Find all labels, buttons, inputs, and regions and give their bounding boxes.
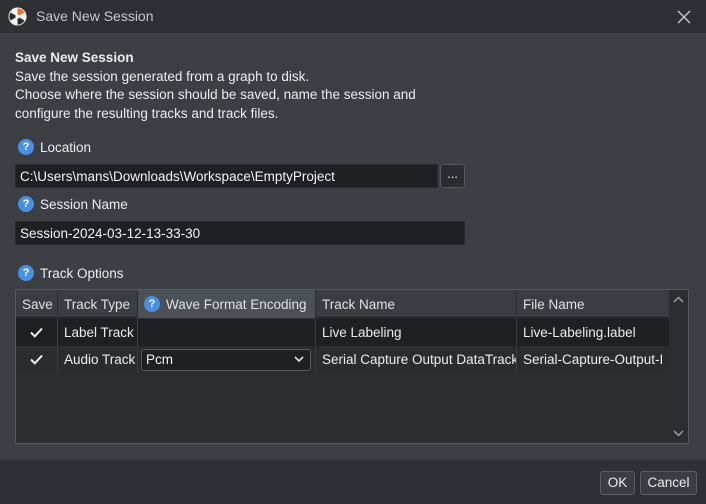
- wave-format-select[interactable]: Pcm: [141, 348, 311, 371]
- checkmark-icon: [30, 327, 43, 338]
- track-name-cell[interactable]: Serial Capture Output DataTrack: [316, 346, 517, 373]
- help-icon[interactable]: ?: [18, 196, 34, 212]
- help-icon[interactable]: ?: [18, 265, 34, 281]
- table-scrollbar[interactable]: [669, 290, 688, 443]
- cancel-button[interactable]: Cancel: [640, 471, 697, 495]
- session-name-input[interactable]: [15, 221, 465, 245]
- location-label: ? Location: [18, 139, 91, 155]
- track-type-cell: Label Track: [58, 319, 138, 346]
- track-type-cell: Audio Track: [58, 346, 138, 373]
- app-logo-icon: [8, 7, 27, 26]
- session-name-label: ? Session Name: [18, 196, 128, 212]
- track-options-table: Save Track Type ? Wave Format Encoding T…: [15, 289, 689, 444]
- column-header-wave-format[interactable]: ? Wave Format Encoding: [138, 290, 316, 318]
- wave-format-cell: Pcm: [138, 346, 316, 373]
- table-row[interactable]: Audio Track Pcm Serial Capture Output Da…: [16, 346, 670, 373]
- column-header-track-type[interactable]: Track Type: [58, 290, 138, 318]
- column-header-wave-format-text: Wave Format Encoding: [166, 296, 307, 312]
- dialog-heading: Save New Session: [15, 50, 134, 65]
- close-icon: [677, 10, 691, 24]
- help-icon[interactable]: ?: [18, 139, 34, 155]
- intro-text: Save New Session Save the session genera…: [15, 49, 416, 123]
- track-options-label-text: Track Options: [40, 265, 124, 281]
- column-header-track-name[interactable]: Track Name: [316, 290, 517, 318]
- column-header-save[interactable]: Save: [16, 290, 58, 318]
- window-title: Save New Session: [36, 8, 154, 24]
- save-checkbox[interactable]: [16, 319, 58, 346]
- location-label-text: Location: [40, 139, 92, 155]
- chevron-down-icon: [294, 356, 304, 363]
- browse-button[interactable]: ...: [440, 164, 465, 188]
- table-header: Save Track Type ? Wave Format Encoding T…: [16, 290, 670, 318]
- table-row[interactable]: Label Track Live Labeling Live-Labeling.…: [16, 319, 670, 346]
- location-input[interactable]: [15, 164, 438, 188]
- wave-format-select-value: Pcm: [146, 352, 173, 367]
- track-name-cell[interactable]: Live Labeling: [316, 319, 517, 346]
- save-checkbox[interactable]: [16, 346, 58, 373]
- file-name-cell[interactable]: Serial-Capture-Output-I: [517, 346, 670, 373]
- session-name-label-text: Session Name: [40, 196, 128, 212]
- intro-line-2: Choose where the session should be saved…: [15, 87, 416, 102]
- help-icon[interactable]: ?: [144, 296, 160, 312]
- title-bar: Save New Session: [0, 0, 706, 33]
- wave-format-cell: [138, 319, 316, 346]
- ok-button[interactable]: OK: [600, 471, 635, 495]
- file-name-cell[interactable]: Live-Labeling.label: [517, 319, 670, 346]
- chevron-down-icon[interactable]: [672, 427, 685, 439]
- close-button[interactable]: [670, 3, 698, 31]
- intro-line-3: configure the resulting tracks and track…: [15, 105, 279, 121]
- checkmark-icon: [30, 354, 43, 365]
- chevron-up-icon[interactable]: [672, 294, 685, 306]
- column-header-file-name[interactable]: File Name: [517, 290, 670, 318]
- track-options-label: ? Track Options: [18, 265, 124, 281]
- intro-line-1: Save the session generated from a graph …: [15, 68, 310, 84]
